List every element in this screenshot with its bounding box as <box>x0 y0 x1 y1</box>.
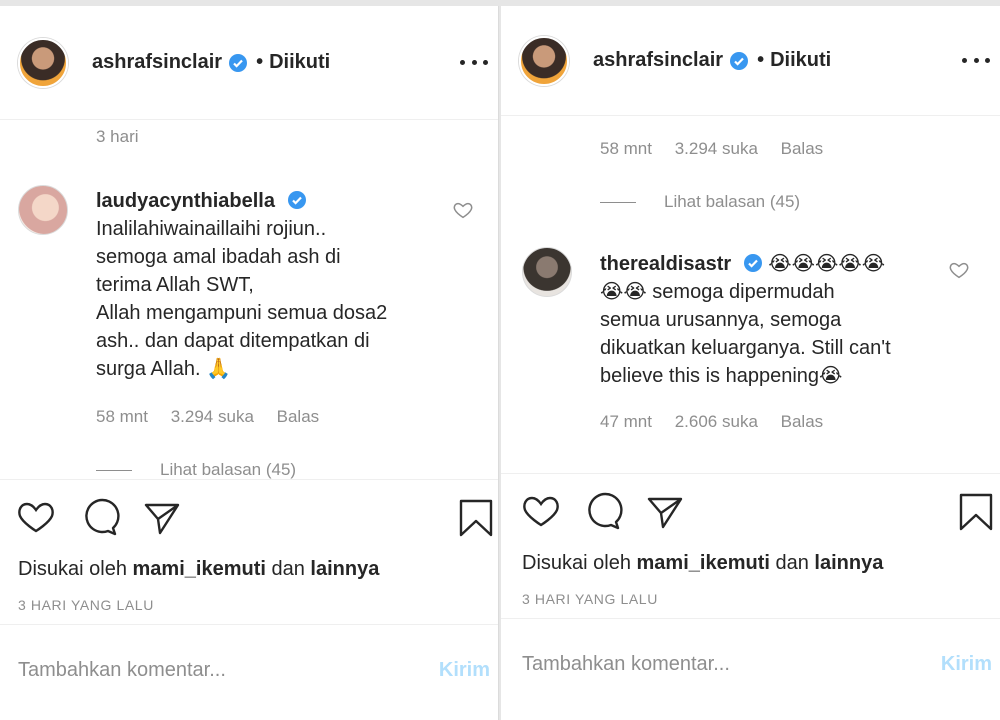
comment-line: Allah mengampuni semua dosa2 <box>96 302 388 324</box>
separator-dot: • <box>757 49 765 71</box>
add-comment-bar: Kirim <box>501 618 1000 710</box>
like-heart-icon[interactable] <box>16 498 56 538</box>
replies-divider <box>96 469 132 471</box>
comment-line: dikuatkan keluarganya. Still can't <box>600 337 891 359</box>
comment-input[interactable] <box>18 659 439 682</box>
liked-by-mid: dan <box>271 558 305 580</box>
comment-text: therealdisastr 😭😭😭😭😭 😭😭 semoga dipermuda… <box>600 249 940 390</box>
like-comment-heart-icon[interactable] <box>452 199 474 221</box>
bookmark-icon[interactable] <box>456 498 496 538</box>
comment-item: therealdisastr 😭😭😭😭😭 😭😭 semoga dipermuda… <box>522 245 976 473</box>
comment-meta: 58 mnt 3.294 suka Balas <box>96 407 337 427</box>
previous-comment-time: 3 hari <box>96 127 139 146</box>
comment-time: 47 mnt <box>600 412 652 431</box>
crying-emoji: 😭😭😭😭😭 <box>768 251 886 275</box>
author-username[interactable]: ashrafsinclair <box>92 51 222 74</box>
commenter-username[interactable]: laudyacynthiabella <box>96 190 275 212</box>
comment-meta: 47 mnt 2.606 suka Balas <box>600 412 841 432</box>
post-time-ago[interactable]: 3 HARI YANG LALU <box>522 591 658 607</box>
reply-link[interactable]: Balas <box>781 412 824 431</box>
liked-by-mid: dan <box>775 552 809 574</box>
comments-section: 58 mnt 3.294 suka Balas Lihat balasan (4… <box>501 117 1000 473</box>
liked-by: Disukai oleh mami_ikemuti dan lainnya <box>522 552 883 575</box>
post-actions: Disukai oleh mami_ikemuti dan lainnya 3 … <box>0 479 498 624</box>
author-username[interactable]: ashrafsinclair <box>593 49 723 72</box>
separator-dot: • <box>256 51 264 73</box>
more-options-icon[interactable] <box>460 52 488 72</box>
liked-by-user[interactable]: mami_ikemuti <box>637 552 770 574</box>
liked-by-others[interactable]: lainnya <box>814 552 883 574</box>
verified-badge-icon <box>743 254 762 272</box>
like-heart-icon[interactable] <box>521 492 561 532</box>
verified-badge-icon <box>229 53 248 72</box>
liked-by: Disukai oleh mami_ikemuti dan lainnya <box>18 558 379 581</box>
comment-item: laudyacynthiabella Inalilahiwainaillaihi… <box>18 185 474 479</box>
comment-likes[interactable]: 3.294 suka <box>171 407 254 426</box>
post-actions: Disukai oleh mami_ikemuti dan lainnya 3 … <box>501 473 1000 618</box>
follow-status[interactable]: Diikuti <box>770 49 831 72</box>
comment-line: believe this is happening😭 <box>600 365 843 387</box>
liked-by-user[interactable]: mami_ikemuti <box>133 558 266 580</box>
comment-line: semua urusannya, semoga <box>600 309 842 331</box>
comment-time: 58 mnt <box>96 407 148 426</box>
liked-by-prefix: Disukai oleh <box>18 558 127 580</box>
comment-text: laudyacynthiabella Inalilahiwainaillaihi… <box>96 187 438 383</box>
right-post-panel: ashrafsinclair • Diikuti 58 mnt 3.294 su… <box>501 6 1000 720</box>
comment-bubble-icon[interactable] <box>583 492 623 532</box>
comment-time: 58 mnt <box>600 139 652 158</box>
verified-badge-icon <box>287 191 306 209</box>
left-post-panel: ashrafsinclair • Diikuti 3 hari laudyacy… <box>0 6 499 720</box>
comment-line: Inalilahiwainaillaihi rojiun.. <box>96 218 327 240</box>
comment-line: 😭😭 semoga dipermudah <box>600 281 835 303</box>
comment-bubble-icon[interactable] <box>80 498 120 538</box>
comment-line: surga Allah. 🙏 <box>96 358 231 380</box>
author-avatar[interactable] <box>519 35 569 86</box>
add-comment-bar: Kirim <box>0 624 498 716</box>
view-replies[interactable]: Lihat balasan (45) <box>600 192 800 212</box>
replies-divider <box>600 201 636 203</box>
comment-likes[interactable]: 2.606 suka <box>675 412 758 431</box>
comment-line: ash.. dan dapat ditempatkan di <box>96 330 370 352</box>
commenter-avatar[interactable] <box>522 247 572 297</box>
like-comment-heart-icon[interactable] <box>948 259 970 281</box>
commenter-avatar[interactable] <box>18 185 68 235</box>
more-options-icon[interactable] <box>962 50 990 70</box>
bookmark-icon[interactable] <box>956 492 996 532</box>
author-avatar[interactable] <box>18 37 68 88</box>
verified-badge-icon <box>730 51 749 70</box>
liked-by-others[interactable]: lainnya <box>310 558 379 580</box>
share-paper-plane-icon[interactable] <box>142 498 182 538</box>
comments-section: 3 hari laudyacynthiabella Inalilahiwaina… <box>0 121 498 479</box>
previous-comment-meta: 58 mnt 3.294 suka Balas <box>600 139 841 159</box>
comment-line: semoga amal ibadah ash di <box>96 246 341 268</box>
reply-link[interactable]: Balas <box>277 407 320 426</box>
post-header: ashrafsinclair • Diikuti <box>0 6 498 120</box>
comment-line: terima Allah SWT, <box>96 274 254 296</box>
post-time-ago[interactable]: 3 HARI YANG LALU <box>18 597 154 613</box>
view-replies-label[interactable]: Lihat balasan (45) <box>160 460 296 479</box>
comment-input[interactable] <box>522 653 941 676</box>
view-replies-label[interactable]: Lihat balasan (45) <box>664 192 800 212</box>
commenter-username[interactable]: therealdisastr <box>600 253 731 275</box>
view-replies[interactable]: Lihat balasan (45) <box>96 460 296 479</box>
post-comment-button[interactable]: Kirim <box>439 659 490 682</box>
reply-link[interactable]: Balas <box>781 139 824 158</box>
liked-by-prefix: Disukai oleh <box>522 552 631 574</box>
comment-likes[interactable]: 3.294 suka <box>675 139 758 158</box>
share-paper-plane-icon[interactable] <box>645 492 685 532</box>
follow-status[interactable]: Diikuti <box>269 51 330 74</box>
post-header: ashrafsinclair • Diikuti <box>501 6 1000 116</box>
post-comment-button[interactable]: Kirim <box>941 653 992 676</box>
